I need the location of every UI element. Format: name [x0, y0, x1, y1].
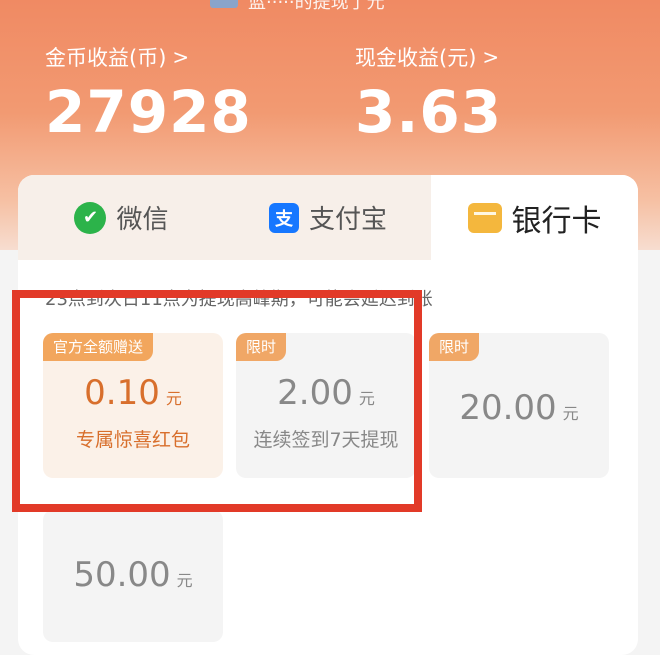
highlight-box	[12, 290, 422, 512]
banner-text: 蓝·····的提现了元	[248, 0, 385, 13]
option-amount: 20.00 元	[459, 388, 579, 428]
chevron-right-icon: >	[172, 45, 190, 69]
coin-earnings-link[interactable]: 金币收益(币) >	[45, 42, 189, 72]
tab-alipay-label: 支付宝	[308, 205, 387, 235]
tab-wechat-label: 微信	[116, 205, 169, 235]
tab-bank-card-label: 银行卡	[511, 203, 602, 239]
alipay-icon: 支	[268, 202, 299, 233]
tab-wechat[interactable]: ✔ 微信	[18, 175, 225, 260]
coin-earnings-value: 27928	[45, 78, 252, 146]
amount-option-20-00[interactable]: 限时 20.00 元	[429, 333, 609, 478]
option-amount: 50.00 元	[73, 555, 193, 595]
wechat-icon: ✔	[74, 201, 107, 234]
tab-bank-card[interactable]: 银行卡	[431, 175, 638, 260]
tab-alipay[interactable]: 支 支付宝	[225, 175, 431, 260]
amount-option-50-00[interactable]: 50.00 元	[43, 510, 223, 642]
coin-earnings-label: 金币收益(币)	[45, 46, 167, 70]
chevron-right-icon: >	[482, 45, 500, 69]
bank-card-icon	[467, 202, 502, 233]
withdraw-banner: 蓝·····的提现了元	[210, 0, 385, 13]
cash-earnings-link[interactable]: 现金收益(元) >	[355, 42, 499, 72]
cash-earnings-value: 3.63	[355, 78, 503, 146]
cash-earnings-label: 现金收益(元)	[355, 46, 477, 70]
option-badge: 限时	[429, 333, 480, 361]
payment-method-tabs: ✔ 微信 支 支付宝 银行卡	[18, 175, 638, 260]
user-avatar	[210, 0, 238, 8]
